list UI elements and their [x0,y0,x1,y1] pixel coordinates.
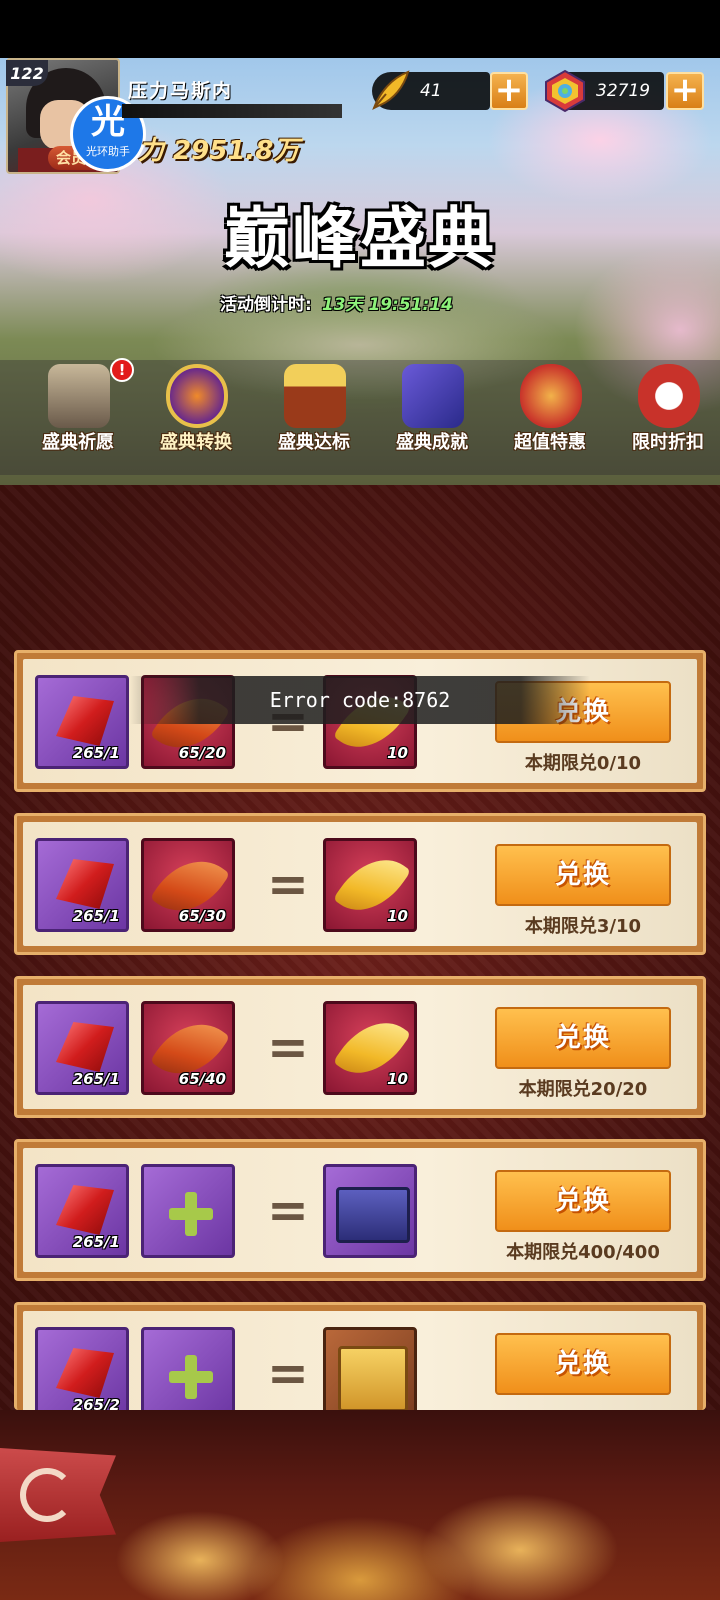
cost-qty: 65/30 [178,907,226,925]
tab-goal[interactable]: 盛典达标 [256,360,372,475]
name-bar [122,104,342,118]
reward-qty: 10 [387,1070,408,1088]
cost-qty: 265/1 [72,744,120,762]
exchange-limit: 本期限兑3/10 [524,916,642,937]
countdown-label: 活动倒计时: [220,295,312,315]
cost-item-slot[interactable]: 265/1 [35,1164,129,1258]
clock-icon [638,364,700,428]
shrine-icon [48,364,110,428]
bottom-clouds [0,1410,720,1600]
reward-item-slot[interactable] [323,1327,417,1421]
reward-item-slot[interactable]: 10 [323,1001,417,1095]
gift-box-icon [402,364,464,428]
exchange-row: 265/2 = 兑换 [14,1302,706,1421]
money-bag-icon [520,364,582,428]
plus-icon [169,1355,213,1399]
blue-box-icon [336,1187,410,1243]
exchange-button[interactable]: 兑换 [495,1333,671,1395]
exchange-limit: 本期限兑400/400 [506,1242,660,1263]
cost-item-slot[interactable]: 265/1 [35,838,129,932]
plus-icon [169,1192,213,1236]
cost-item-slot[interactable]: 265/1 [35,1001,129,1095]
add-item-slot[interactable] [141,1164,235,1258]
tab-convert[interactable]: 盛典转换 [138,360,254,475]
player-name: 压力马斯内 [128,80,234,102]
cost-item-slot[interactable]: 65/30 [141,838,235,932]
countdown-value: 13天 19:51:14 [321,295,453,315]
red-gem-icon [56,696,114,746]
cost-item-slot[interactable]: 265/2 [35,1327,129,1421]
tab-special-offer[interactable]: 超值特惠 [492,360,608,475]
event-countdown: 活动倒计时: 13天 19:51:14 [220,290,453,315]
rainbow-gem-icon [545,69,585,113]
cost-qty: 65/40 [178,1070,226,1088]
tab-label: 限时折扣 [632,432,704,453]
red-gem-icon [56,859,114,909]
back-flag-button[interactable] [0,1448,116,1542]
exchange-row: 265/1 65/30 = 10 兑换 本期限兑3/10 [14,813,706,955]
tab-achievement[interactable]: 盛典成就 [374,360,490,475]
exchange-button[interactable]: 兑换 [495,844,671,906]
exchange-row-inner: 265/1 = 兑换 本期限兑400/400 [23,1148,697,1272]
gold-feather-icon [372,70,410,111]
orb-icon [166,364,228,428]
tab-label: 盛典成就 [396,432,468,453]
status-strip [0,0,720,58]
notification-badge: ! [110,358,134,382]
cost-qty: 65/20 [178,744,226,762]
event-tab-bar: 盛典祈愿 盛典转换 盛典达标 盛典成就 超值特惠 限时折扣 [0,360,720,475]
exchange-row: 265/1 = 兑换 本期限兑400/400 [14,1139,706,1281]
exchange-row: 265/1 65/40 = 10 兑换 本期限兑20/20 [14,976,706,1118]
tab-limited-discount[interactable]: 限时折扣 [610,360,720,475]
exchange-row-inner: 265/2 = 兑换 [23,1311,697,1421]
equals-sign: = [267,1018,309,1076]
cost-qty: 265/1 [72,1233,120,1251]
helper-label: 光环助手 [86,145,130,158]
equals-sign: = [267,855,309,913]
player-power: 力 2951.8万 [138,136,300,166]
tab-label: 盛典达标 [278,432,350,453]
tab-label: 超值特惠 [514,432,586,453]
cost-item-slot[interactable]: 265/1 [35,675,129,769]
add-feather-button[interactable]: + [490,72,528,110]
currency-gem: 32719 [545,69,664,113]
red-gem-icon [56,1348,114,1398]
treasure-chest-icon [284,364,346,428]
cost-qty: 265/1 [72,907,120,925]
equals-sign: = [267,1181,309,1239]
error-toast: Error code:8762 [130,676,590,724]
event-title: 巅峰盛典 [224,199,496,277]
exchange-button[interactable]: 兑换 [495,1007,671,1069]
exchange-row-inner: 265/1 65/30 = 10 兑换 本期限兑3/10 [23,822,697,946]
currency-feather-value: 41 [420,81,442,101]
reward-item-slot[interactable]: 10 [323,838,417,932]
exchange-button[interactable]: 兑换 [495,1170,671,1232]
reward-qty: 10 [387,907,408,925]
reward-qty: 10 [387,744,408,762]
swirl-icon [20,1468,74,1522]
add-gem-button[interactable]: + [666,72,704,110]
currency-gem-value: 32719 [596,81,651,101]
player-level-badge: 122 [6,60,48,86]
exchange-limit: 本期限兑0/10 [524,753,642,774]
currency-feather: 41 [372,70,490,111]
red-gem-icon [56,1185,114,1235]
gold-box-icon [338,1346,408,1412]
cost-qty: 265/1 [72,1070,120,1088]
exchange-row-inner: 265/1 65/40 = 10 兑换 本期限兑20/20 [23,985,697,1109]
reward-item-slot[interactable] [323,1164,417,1258]
red-gem-icon [56,1022,114,1072]
equals-sign: = [267,1344,309,1402]
add-item-slot[interactable] [141,1327,235,1421]
tab-label: 盛典转换 [160,432,232,453]
cost-item-slot[interactable]: 65/40 [141,1001,235,1095]
tab-label: 盛典祈愿 [42,432,114,453]
exchange-limit: 本期限兑20/20 [518,1079,648,1100]
